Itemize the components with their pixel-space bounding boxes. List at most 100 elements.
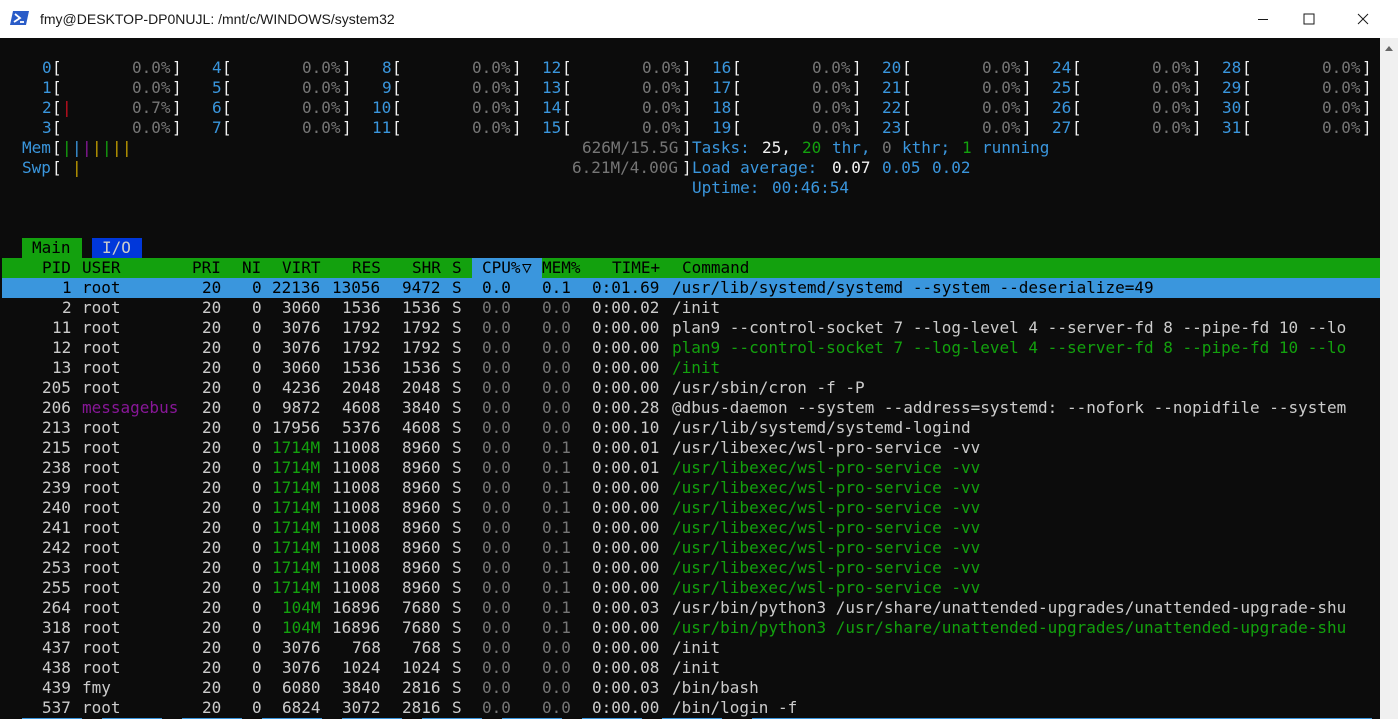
process-row[interactable]: 206 messagebus 20 0 9872 4608 3840 S 0.0 0.0 0:00.… [2,398,1380,418]
minimize-button[interactable] [1240,0,1286,38]
cpu-time: 0:00.00 [592,638,660,657]
command: /usr/libexec/wsl-pro-service -vv [672,518,981,537]
command: /usr/libexec/wsl-pro-service -vv [672,478,981,497]
process-row[interactable]: 437 root 20 0 3076 768 768 S 0.0 0.0 0:00.00/init [2,638,1380,658]
res: 16896 [332,618,381,637]
cpu-time: 0:00.00 [592,378,660,397]
process-row[interactable]: 11 root 20 0 3076 1792 1792 S 0.0 0.0 0:00.00 plan9… [2,318,1380,338]
cpu-time: 0:00.00 [592,618,660,637]
mem-percent: 0.1 [542,458,571,477]
cpu-time: 0:00.00 [592,478,660,497]
mem-percent: 0.0 [542,398,571,417]
nice: 0 [252,438,262,457]
cpu-id: 6 [212,98,222,117]
cpu-percent: 0.0% [982,78,1021,97]
command: /usr/lib/systemd/systemd-logind [672,418,971,437]
process-row[interactable]: 264 root 20 0 104M 16896 7680 S 0.0 0.1 0:00.03/us… [2,598,1380,618]
meter-bracket: ] [682,158,692,177]
cpu-percent: 0.0 [482,498,511,517]
pid: 253 [42,558,71,577]
meter-bracket: ] [1022,118,1032,137]
cpu-percent: 0.0% [1152,78,1191,97]
process-row[interactable]: 2 root 20 0 3060 1536 1536 S 0.0 0.0 0:00.02/init [2,298,1380,318]
cpu-percent: 0.0% [982,118,1021,137]
user: root [82,618,121,637]
res: 16896 [332,598,381,617]
cpu-percent: 0.0% [982,98,1021,117]
mem-percent: 0.1 [542,618,571,637]
tasks-label: Tasks: [692,138,750,157]
terminal-screen[interactable]: 0[0.0%] 4[0.0%] 8[0.0%] 12[0.0%] 16[0.0%] 20[… [2,38,1380,719]
pid: 213 [42,418,71,437]
tab-main[interactable]: Main [32,238,71,258]
process-row[interactable]: 253 root 20 0 1714M 11008 8960 S 0.0 0.1 0:00.00/u… [2,558,1380,578]
cpu-percent: 0.0% [472,118,511,137]
virt: 3060 [282,298,321,317]
col-user: USER [82,258,121,277]
cpu-meter-row: 1[0.0%] 5[0.0%] 9[0.0%] 13[0.0%] 17[0.0%] 21[… [2,78,1380,98]
process-row[interactable]: 215 root 20 0 1714M 11008 8960 S 0.0 0.1 0:00.01/u… [2,438,1380,458]
virt: 1714M [272,438,321,457]
nice: 0 [252,278,262,297]
command: /usr/libexec/wsl-pro-service -vv [672,438,981,457]
pid: 206 [42,398,71,417]
process-row[interactable]: 213 root 20 0 17956 5376 4608 S 0.0 0.0 0:00.10/us… [2,418,1380,438]
process-row[interactable]: 318 root 20 0 104M 16896 7680 S 0.0 0.1 0:00.00/us… [2,618,1380,638]
process-row[interactable]: 438 root 20 0 3076 1024 1024 S 0.0 0.0 0:00.08/ini… [2,658,1380,678]
process-row[interactable]: 255 root 20 0 1714M 11008 8960 S 0.0 0.1 0:00.00/u… [2,578,1380,598]
cpu-time: 0:00.08 [592,658,660,677]
user: root [82,538,121,557]
process-row[interactable]: 205 root 20 0 4236 2048 2048 S 0.0 0.0 0:00.00/usr… [2,378,1380,398]
terminal-scrollbar[interactable] [1380,38,1398,719]
shr: 3840 [402,398,441,417]
cpu-percent: 0.0% [302,118,341,137]
virt: 3076 [282,638,321,657]
meter-bracket: [ [1242,118,1252,137]
cpu-meter-row: 3[0.0%] 7[0.0%] 11[0.0%] 15[0.0%] 19[0.0%] 23… [2,118,1380,138]
cpu-percent: 0.0 [482,318,511,337]
priority: 20 [202,518,222,537]
process-row[interactable]: 12 root 20 0 3076 1792 1792 S 0.0 0.0 0:00.00 plan9… [2,338,1380,358]
process-row[interactable]: 242 root 20 0 1714M 11008 8960 S 0.0 0.1 0:00.00/u… [2,538,1380,558]
close-button[interactable] [1340,0,1386,38]
process-row[interactable]: 239 root 20 0 1714M 11008 8960 S 0.0 0.1 0:00.00/u… [2,478,1380,498]
user: root [82,318,121,337]
res: 1024 [342,658,381,677]
state: S [452,378,462,397]
state: S [452,578,462,597]
cpu-percent: 0.0 [482,418,511,437]
tab-io[interactable]: I/O [102,238,131,258]
meter-bracket: ] [1192,78,1202,97]
process-row[interactable]: 537 root 20 0 6824 3072 2816 S 0.0 0.0 0:00.00/bin… [2,698,1380,718]
process-row[interactable]: 240 root 20 0 1714M 11008 8960 S 0.0 0.1 0:00.00/u… [2,498,1380,518]
res: 1792 [342,338,381,357]
cpu-id: 17 [712,78,732,97]
scroll-up-icon[interactable] [1385,46,1393,51]
state: S [452,638,462,657]
cpu-percent: 0.0 [482,678,511,697]
command: /usr/libexec/wsl-pro-service -vv [672,498,981,517]
process-row[interactable]: 439 fmy 20 0 6080 3840 2816 S 0.0 0.0 0:00.03/bin/… [2,678,1380,698]
nice: 0 [252,478,262,497]
virt: 6080 [282,678,321,697]
nice: 0 [252,538,262,557]
state: S [452,398,462,417]
cpu-id: 25 [1052,78,1072,97]
res: 11008 [332,438,381,457]
meter-bracket: [ [52,78,62,97]
col-cpu-sorted[interactable]: CPU% [482,258,521,278]
process-row[interactable]: 1 root 20 0 22136 13056 9472 S 0.0 0.1 0:01.69/usr… [2,278,1380,298]
cpu-id: 28 [1222,58,1242,77]
mem-bar-cache: | [122,138,132,157]
process-row[interactable]: 238 root 20 0 1714M 11008 8960 S 0.0 0.1 0:00.01/u… [2,458,1380,478]
cpu-percent: 0.0% [132,78,171,97]
mem-percent: 0.1 [542,598,571,617]
shr: 8960 [402,498,441,517]
col-shr: SHR [412,258,441,277]
process-row[interactable]: 241 root 20 0 1714M 11008 8960 S 0.0 0.1 0:00.00/u… [2,518,1380,538]
maximize-button[interactable] [1286,0,1332,38]
process-row[interactable]: 13 root 20 0 3060 1536 1536 S 0.0 0.0 0:00.00/init [2,358,1380,378]
meter-bracket: [ [562,98,572,117]
meter-bracket: ] [682,138,692,157]
running-count: 1 [962,138,972,157]
